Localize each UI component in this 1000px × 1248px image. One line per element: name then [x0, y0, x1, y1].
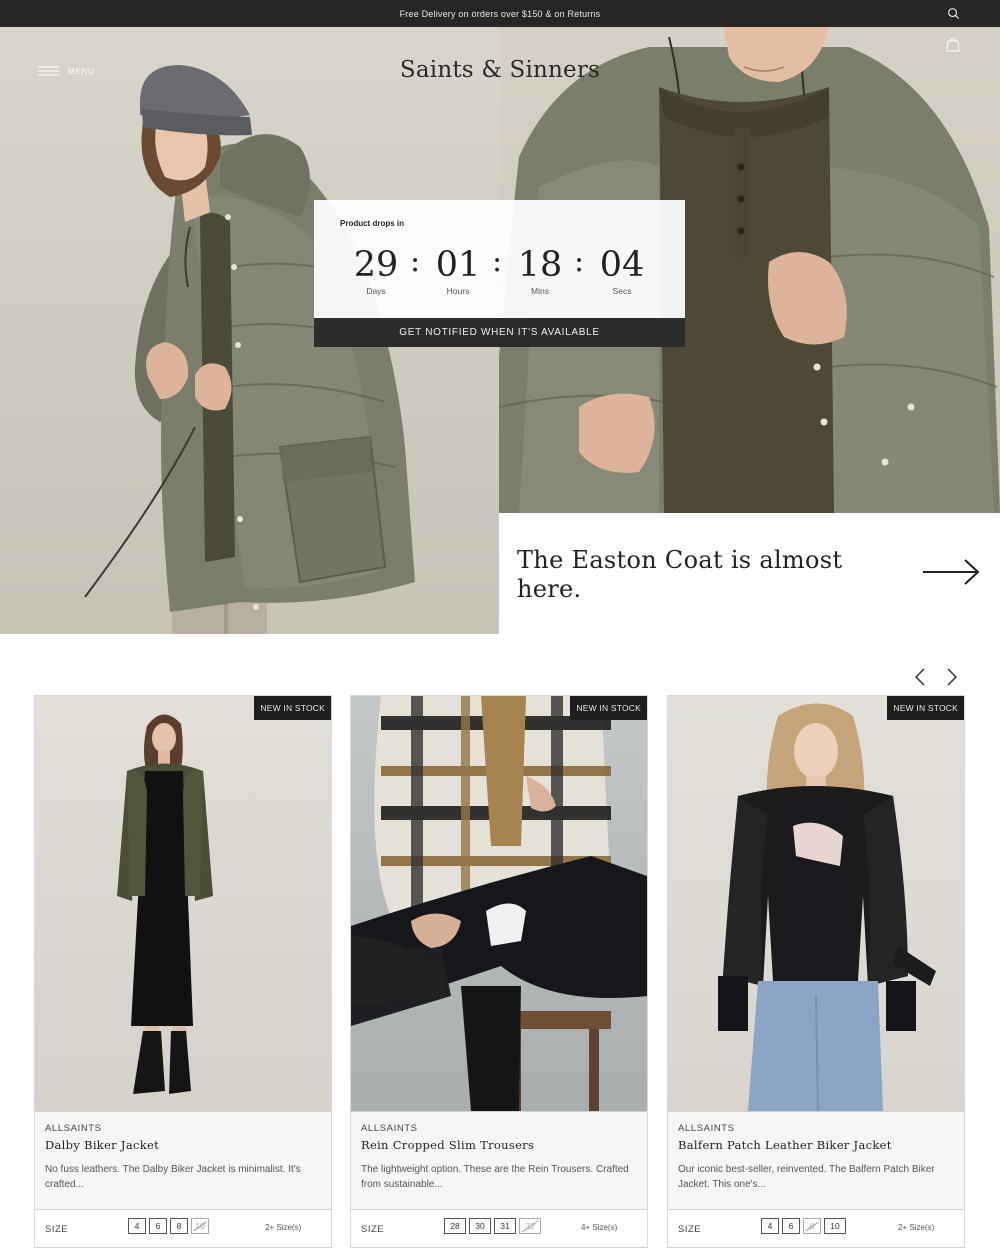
- product-description: Our iconic best-seller, reinvented. The …: [678, 1164, 935, 1190]
- size-option[interactable]: 30: [469, 1218, 491, 1234]
- notify-button[interactable]: GET NOTIFIED WHEN IT'S AVAILABLE: [314, 318, 685, 347]
- countdown-days-value: 29: [353, 245, 399, 285]
- size-options: 4 6 8 10: [128, 1218, 209, 1234]
- more-sizes-link[interactable]: 2+ Size(s): [898, 1223, 934, 1232]
- more-sizes-link[interactable]: 4+ Size(s): [581, 1223, 617, 1232]
- size-option[interactable]: 31: [494, 1218, 516, 1234]
- product-brand: ALLSAINTS: [678, 1123, 735, 1134]
- countdown-secs-value: 04: [599, 245, 645, 285]
- man-check-jacket-trousers-photo: [351, 696, 647, 1111]
- size-label: SIZE: [45, 1224, 69, 1235]
- product-card[interactable]: NEW IN STOCK ALLSAINTS Rein Cropped Slim…: [350, 695, 648, 1248]
- hero-headline: The Easton Coat is almost here.: [517, 546, 843, 603]
- countdown-days-label: Days: [366, 286, 386, 296]
- product-info: ALLSAINTS Dalby Biker Jacket No fuss lea…: [35, 1111, 331, 1209]
- size-label: SIZE: [361, 1224, 385, 1235]
- arrow-right-icon[interactable]: [923, 557, 981, 587]
- product-brand: ALLSAINTS: [45, 1123, 102, 1134]
- product-image[interactable]: NEW IN STOCK: [668, 696, 964, 1111]
- announcement-text: Free Delivery on orders over $150 & on R…: [399, 8, 601, 19]
- countdown-mins-label: Mins: [531, 286, 549, 296]
- more-sizes-link[interactable]: 2+ Size(s): [265, 1223, 301, 1232]
- size-selector: SIZE 4 6 8 10 2+ Size(s): [35, 1209, 331, 1247]
- new-in-stock-badge: NEW IN STOCK: [254, 696, 331, 720]
- countdown-hours-value: 01: [435, 245, 481, 285]
- chevron-left-icon[interactable]: [911, 667, 931, 687]
- countdown-mins-value: 18: [517, 245, 563, 285]
- size-option[interactable]: 28: [444, 1218, 466, 1234]
- product-info: ALLSAINTS Balfern Patch Leather Biker Ja…: [668, 1111, 964, 1209]
- product-name[interactable]: Balfern Patch Leather Biker Jacket: [678, 1138, 892, 1152]
- new-in-stock-badge: NEW IN STOCK: [887, 696, 964, 720]
- site-logo[interactable]: Saints & Sinners: [0, 57, 1000, 83]
- size-selector: SIZE 28 30 31 32 4+ Size(s): [351, 1209, 647, 1247]
- product-description: The lightweight option. These are the Re…: [361, 1164, 629, 1190]
- size-option-unavailable: 8: [803, 1218, 821, 1234]
- countdown-secs: 04 Secs: [581, 242, 663, 296]
- countdown-secs-label: Secs: [612, 286, 632, 296]
- chevron-right-icon[interactable]: [941, 667, 961, 687]
- countdown-title: Product drops in: [340, 219, 404, 228]
- product-name[interactable]: Dalby Biker Jacket: [45, 1138, 159, 1152]
- size-option-unavailable: 32: [519, 1218, 541, 1234]
- woman-biker-jacket-dress-photo: [117, 714, 213, 1094]
- product-description: No fuss leathers. The Dalby Biker Jacket…: [45, 1164, 301, 1190]
- search-icon[interactable]: [947, 7, 960, 20]
- new-in-stock-badge: NEW IN STOCK: [570, 696, 647, 720]
- size-option-unavailable: 10: [191, 1218, 209, 1234]
- size-options: 28 30 31 32: [444, 1218, 541, 1234]
- countdown-widget: Product drops in 29 Days : 01 Hours : 18…: [314, 200, 685, 347]
- hero-text-panel: The Easton Coat is almost here.: [499, 513, 1000, 634]
- countdown-hours: 01 Hours: [417, 242, 499, 296]
- size-option[interactable]: 6: [149, 1218, 167, 1234]
- product-card[interactable]: NEW IN STOCK ALLSAINTS Dalby Biker Jacke…: [34, 695, 332, 1248]
- countdown-hours-label: Hours: [446, 286, 470, 296]
- size-option[interactable]: 8: [170, 1218, 188, 1234]
- countdown-days: 29 Days: [335, 242, 417, 296]
- product-brand: ALLSAINTS: [361, 1123, 418, 1134]
- size-option[interactable]: 4: [128, 1218, 146, 1234]
- size-option[interactable]: 6: [782, 1218, 800, 1234]
- size-options: 4 6 8 10: [761, 1218, 846, 1234]
- size-option[interactable]: 4: [761, 1218, 779, 1234]
- woman-leather-biker-jacket-photo: [718, 703, 936, 1111]
- product-image[interactable]: NEW IN STOCK: [35, 696, 331, 1111]
- countdown-mins: 18 Mins: [499, 242, 581, 296]
- size-selector: SIZE 4 6 8 10 2+ Size(s): [668, 1209, 964, 1247]
- countdown-timer: 29 Days : 01 Hours : 18 Mins : 04 Secs: [314, 242, 685, 302]
- product-name[interactable]: Rein Cropped Slim Trousers: [361, 1138, 534, 1152]
- product-info: ALLSAINTS Rein Cropped Slim Trousers The…: [351, 1111, 647, 1209]
- shopping-bag-icon[interactable]: [946, 37, 960, 52]
- announcement-bar: Free Delivery on orders over $150 & on R…: [0, 0, 1000, 27]
- size-label: SIZE: [678, 1224, 702, 1235]
- product-image[interactable]: NEW IN STOCK: [351, 696, 647, 1111]
- size-option[interactable]: 10: [824, 1218, 846, 1234]
- product-card[interactable]: NEW IN STOCK ALLSAINTS Balfern Patch Lea…: [667, 695, 965, 1248]
